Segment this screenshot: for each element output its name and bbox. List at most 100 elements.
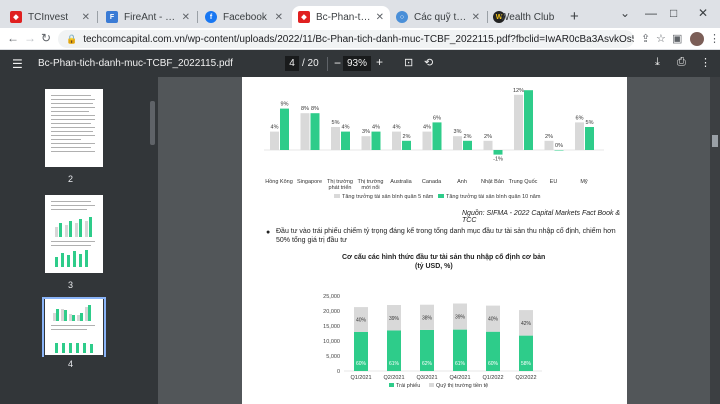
close-tab-icon[interactable]: ✕ bbox=[376, 12, 384, 23]
label-5y-10: 6% bbox=[576, 115, 584, 121]
bar-5y-3 bbox=[361, 136, 371, 150]
close-tab-icon[interactable]: ✕ bbox=[82, 12, 90, 23]
label-10y-6: 2% bbox=[464, 134, 472, 140]
zoom-input[interactable]: 93% bbox=[343, 56, 371, 71]
xlabel-0: Hồng Kông bbox=[265, 179, 293, 185]
label-5y-0: 4% bbox=[271, 125, 279, 131]
label-5y-1: 8% bbox=[301, 106, 309, 112]
page-number-input[interactable]: 4 bbox=[285, 56, 299, 71]
mm-pct-5: 42% bbox=[521, 321, 532, 327]
bar-10y-7 bbox=[493, 150, 503, 155]
mm-pct-3: 39% bbox=[455, 315, 466, 321]
thumbnail-page-number: 3 bbox=[68, 280, 74, 290]
label-5y-7: 2% bbox=[484, 134, 492, 140]
close-window-icon[interactable]: ✕ bbox=[698, 6, 708, 20]
arrow-left-icon[interactable]: ← bbox=[7, 31, 19, 45]
label-10y-9: 0% bbox=[555, 143, 563, 149]
xlabel-2: phát triển bbox=[329, 184, 352, 191]
page-thumbnail-2[interactable] bbox=[45, 89, 103, 167]
thumbnail-page-number: 2 bbox=[68, 174, 74, 184]
xlabel-3: mới nổi bbox=[361, 184, 379, 191]
bar-5y-1 bbox=[300, 113, 310, 150]
hamburger-icon[interactable]: ☰ bbox=[12, 57, 23, 71]
tab-facebook[interactable]: f Facebook ✕ bbox=[199, 6, 289, 28]
lock-icon[interactable]: 🔒 bbox=[66, 34, 77, 45]
tab-pdf-report[interactable]: ◆ Bc-Phan-tich-danh-mu ✕ bbox=[292, 6, 390, 28]
techcombank-favicon-icon: ◆ bbox=[298, 11, 310, 23]
print-icon[interactable]: ⎙ bbox=[677, 56, 686, 69]
bar-10y-2 bbox=[341, 131, 350, 150]
bullet-text-line-1: Đầu tư vào trái phiếu chiếm tỷ trọng đán… bbox=[276, 228, 616, 235]
address-bar[interactable]: 🔒 techcomcapital.com.vn/wp-content/uploa… bbox=[58, 30, 634, 48]
zoom-out-button[interactable]: − bbox=[334, 56, 341, 70]
label-10y-1: 8% bbox=[311, 106, 319, 112]
share-icon[interactable]: ⇪ bbox=[641, 32, 650, 45]
toolbar-divider bbox=[327, 57, 328, 71]
mm-pct-2: 38% bbox=[422, 315, 433, 321]
mm-pct-4: 40% bbox=[488, 317, 499, 323]
fireant-favicon-icon: F bbox=[106, 11, 118, 23]
bar-5y-4 bbox=[392, 131, 401, 150]
bar-10y-0 bbox=[280, 108, 289, 150]
tab-wealth-club-label: Wealth Club bbox=[500, 12, 555, 23]
new-tab-button[interactable]: + bbox=[570, 8, 579, 25]
bar-10y-5 bbox=[432, 122, 442, 150]
x-tick: Q1/2022 bbox=[482, 375, 503, 381]
zoom-in-button[interactable]: + bbox=[376, 55, 383, 69]
y-tick: 20,000 bbox=[323, 309, 340, 315]
sidebar-scrollbar[interactable] bbox=[150, 101, 155, 145]
pdf-page: 4% 9% Hồng Kông 8% 8% Singapore 5% 4% Thị trường… bbox=[242, 77, 627, 404]
arrow-right-icon[interactable]: → bbox=[24, 31, 36, 45]
page-thumbnail-4[interactable] bbox=[45, 299, 103, 355]
download-icon[interactable]: ⤓ bbox=[655, 56, 660, 69]
tab-tcinvest[interactable]: ◆ TCInvest ✕ bbox=[4, 6, 96, 28]
close-tab-icon[interactable]: ✕ bbox=[182, 12, 190, 23]
facebook-favicon-icon: f bbox=[205, 11, 217, 23]
globe-favicon-icon: ○ bbox=[396, 11, 408, 23]
bar-5y-5 bbox=[422, 131, 432, 150]
extension-icon[interactable]: ▣ bbox=[672, 32, 682, 45]
bar-5y-7 bbox=[483, 140, 493, 150]
tab-label: Bc-Phan-tich-danh-mu bbox=[316, 11, 372, 23]
tab-separator bbox=[197, 11, 198, 23]
label-5y-8: 12% bbox=[513, 88, 524, 94]
page-thumbnail-3[interactable] bbox=[45, 195, 103, 273]
more-vertical-icon[interactable]: ⋮ bbox=[700, 56, 711, 69]
legend-bonds-swatch bbox=[389, 383, 394, 387]
bond-pct-3: 61% bbox=[455, 361, 466, 367]
bar-5y-8 bbox=[514, 94, 523, 150]
tab-fireant[interactable]: F FireAnt - Dashboard ✕ bbox=[100, 6, 196, 28]
source-note: Nguồn: SIFMA - 2022 Capital Markets Fact… bbox=[462, 210, 621, 224]
bar-10y-3 bbox=[371, 131, 381, 150]
bookmark-star-icon[interactable]: ☆ bbox=[656, 32, 666, 45]
bar-10y-6 bbox=[463, 140, 472, 150]
thumbnail-chart bbox=[53, 333, 95, 353]
browser-toolbar: ← → ↻ 🔒 techcomcapital.com.vn/wp-content… bbox=[0, 28, 720, 50]
bullet-icon: ● bbox=[266, 229, 271, 236]
reload-icon[interactable]: ↻ bbox=[41, 31, 51, 45]
tab-bond-funds[interactable]: ○ Các quỹ trái phiếu c ✕ bbox=[390, 6, 486, 28]
maximize-icon[interactable]: □ bbox=[670, 6, 677, 20]
label-5y-4: 4% bbox=[393, 125, 401, 131]
rotate-icon[interactable]: ⟲ bbox=[424, 56, 433, 69]
x-tick: Q2/2021 bbox=[383, 375, 404, 381]
page-scrollbar[interactable] bbox=[710, 77, 720, 404]
close-tab-icon[interactable]: ✕ bbox=[275, 12, 283, 23]
bar-5y-0 bbox=[270, 131, 279, 150]
minimize-icon[interactable]: — bbox=[645, 6, 657, 20]
fit-page-icon[interactable]: ⊡ bbox=[404, 56, 413, 69]
legend-mm-swatch bbox=[429, 383, 434, 387]
x-tick: Q3/2021 bbox=[416, 375, 437, 381]
fixed-income-stacked-chart: 0 5,000 10,000 15,000 20,000 25,000 60% 40% Q1/2… bbox=[323, 294, 542, 389]
more-vertical-icon[interactable]: ⋮ bbox=[709, 32, 720, 45]
tab-search-icon[interactable]: ⌄ bbox=[620, 6, 630, 20]
y-tick: 10,000 bbox=[323, 339, 340, 345]
thumbnail-sidebar: 2 3 4 bbox=[0, 77, 158, 404]
mm-pct-1: 39% bbox=[389, 316, 400, 322]
thumbnail-chart bbox=[51, 305, 97, 321]
url-text: techcomcapital.com.vn/wp-content/uploads… bbox=[83, 33, 634, 45]
profile-avatar[interactable] bbox=[690, 32, 704, 46]
scrollbar-thumb[interactable] bbox=[712, 135, 718, 147]
bullet-text-line-2: 50% tổng giá trị đầu tư bbox=[276, 237, 347, 244]
close-tab-icon[interactable]: ✕ bbox=[472, 12, 480, 23]
